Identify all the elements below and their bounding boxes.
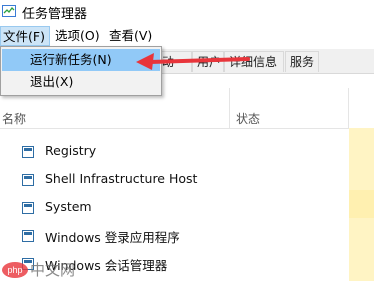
column-name-header[interactable]: 名称: [2, 110, 26, 127]
window-title: 任务管理器: [22, 7, 88, 22]
process-row[interactable]: System: [0, 194, 349, 222]
watermark-text: 中文网: [30, 261, 76, 279]
process-icon: [22, 202, 34, 214]
annotation-arrow-icon: [136, 53, 250, 70]
process-icon: [22, 174, 34, 186]
watermark: php 中文网: [0, 258, 110, 281]
process-name: Shell Infrastructure Host: [45, 171, 198, 186]
menu-file[interactable]: 文件(F): [0, 26, 50, 46]
exit-menu-item[interactable]: 退出(X): [2, 71, 160, 93]
title-bar: 任务管理器: [0, 0, 374, 24]
menu-bar: 文件(F) 选项(O) 查看(V): [0, 26, 374, 46]
process-name: Registry: [45, 143, 97, 158]
process-row[interactable]: Shell Infrastructure Host: [0, 166, 349, 194]
column-divider[interactable]: [229, 88, 230, 128]
menu-options[interactable]: 选项(O): [52, 26, 103, 46]
cpu-usage-highlight: [349, 190, 374, 218]
tab-services[interactable]: 服务: [285, 51, 319, 72]
process-icon: [22, 230, 34, 242]
column-divider[interactable]: [348, 88, 349, 128]
svg-text:php: php: [7, 265, 22, 275]
column-status-header[interactable]: 状态: [236, 110, 260, 127]
process-row[interactable]: Windows 登录应用程序: [0, 222, 349, 250]
process-name: System: [45, 199, 92, 214]
task-manager-icon: [2, 5, 16, 17]
process-list: Registry Shell Infrastructure Host Syste…: [0, 138, 349, 278]
process-row[interactable]: Registry: [0, 138, 349, 166]
menu-view[interactable]: 查看(V): [106, 26, 155, 46]
php-logo-icon: php: [2, 262, 28, 278]
process-icon: [22, 146, 34, 158]
process-name: Windows 登录应用程序: [45, 230, 180, 245]
